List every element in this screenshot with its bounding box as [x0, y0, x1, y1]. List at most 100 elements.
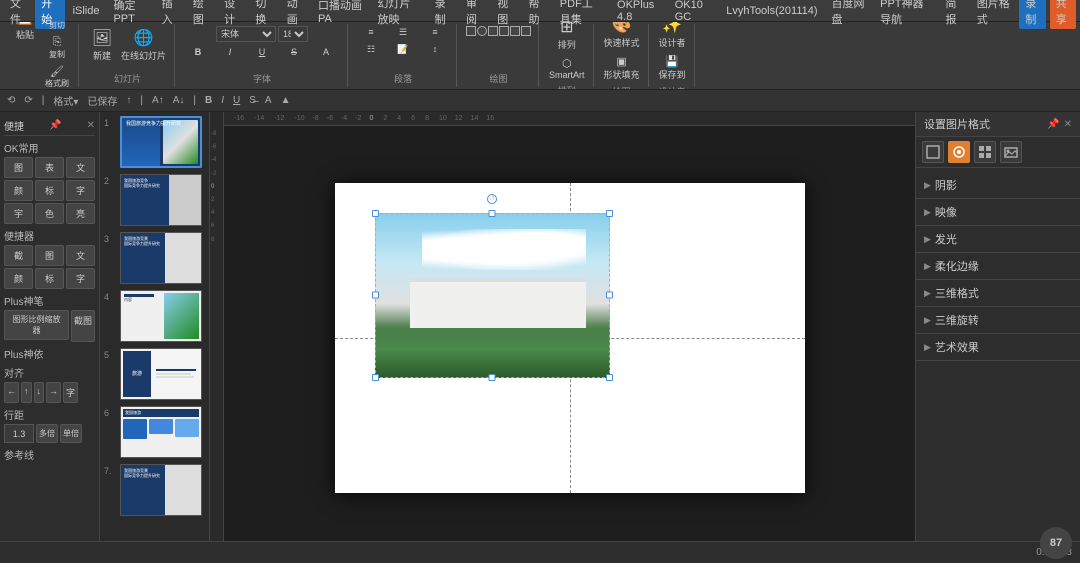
line-shape[interactable] [499, 26, 509, 36]
online-slide-button[interactable]: 🌐 在线幻灯片 [119, 26, 168, 64]
align-left-button[interactable]: ≡ [356, 26, 386, 39]
redo-button[interactable]: ⟳ [21, 94, 35, 107]
menu-islide[interactable]: iSlide [67, 3, 106, 19]
shadow-header[interactable]: ▶ 阴影 [916, 172, 1080, 198]
cut-button[interactable]: ✂ 剪切 [42, 22, 72, 33]
conv-btn-4[interactable]: 颜 [4, 268, 33, 289]
paste-button[interactable]: 📋 粘贴 [10, 22, 40, 90]
right-panel-close[interactable]: ✕ [1064, 119, 1072, 130]
share-button[interactable]: 共享 [1050, 0, 1076, 29]
tab-layout[interactable] [974, 141, 996, 163]
ok-btn-2[interactable]: 表 [35, 157, 64, 178]
slide-thumb-4[interactable]: 内容 [120, 290, 202, 342]
font-color-button[interactable]: A [311, 46, 341, 58]
arrange-button[interactable]: ⊞ 排列 [552, 22, 582, 53]
screenshot-btn[interactable]: 截图 [71, 310, 95, 342]
bold-button[interactable]: B [183, 46, 213, 58]
panel-pin-icon[interactable]: 📌 [49, 120, 61, 131]
conv-btn-2[interactable]: 图 [35, 245, 64, 266]
font-size-up[interactable]: A↑ [149, 94, 167, 107]
slide-thumb-7[interactable]: 我国旅游竞景国际竞争力提升研究 [120, 464, 202, 516]
shape6[interactable] [521, 26, 531, 36]
tab-fill[interactable] [922, 141, 944, 163]
conv-btn-5[interactable]: 标 [35, 268, 64, 289]
font-family-select[interactable]: 宋体 [216, 26, 276, 42]
edit-button[interactable]: 录制 [1019, 0, 1045, 29]
slide-thumb-5[interactable]: 旅游 [120, 348, 202, 400]
save-hd-button[interactable]: 💾 保存到 [657, 53, 688, 83]
ok-btn-6[interactable]: 字 [66, 180, 95, 201]
align-down-btn[interactable]: ↓ [34, 382, 45, 403]
strikethrough-button[interactable]: S [279, 46, 309, 58]
smartart-button[interactable]: ⬡ SmartArt [547, 55, 587, 82]
slide-thumb-1[interactable]: 我国旅游竞争力提升研究 [120, 116, 202, 168]
slide-thumb-2[interactable]: 我国旅游竞争国际竞争力提升研究 [120, 174, 202, 226]
arrow-shape[interactable] [488, 26, 498, 36]
align-right-btn[interactable]: → [46, 382, 61, 403]
tab-effect[interactable] [948, 141, 970, 163]
font-size-select[interactable]: 18 [278, 26, 308, 42]
align-left-btn[interactable]: ← [4, 382, 19, 403]
highlight-btn[interactable]: ▲ [278, 94, 294, 107]
ok-btn-4[interactable]: 颜 [4, 180, 33, 201]
3d-format-header[interactable]: ▶ 三维格式 [916, 280, 1080, 306]
save-btn2[interactable]: ↑ [123, 94, 134, 107]
conv-btn-6[interactable]: 字 [66, 268, 95, 289]
multi-line-btn[interactable]: 多倍 [36, 424, 58, 443]
align-right-button[interactable]: ≡ [420, 26, 450, 39]
menu-report[interactable]: 简报 [940, 0, 969, 29]
quick-style-button[interactable]: 🎨 快速样式 [602, 22, 642, 51]
menu-okplus[interactable]: OKPlus 4.8 [611, 0, 667, 25]
bullets-button[interactable]: ☷ [356, 43, 386, 56]
italic-button[interactable]: I [215, 46, 245, 58]
format-painter-button[interactable]: 🖌 格式刷 [42, 63, 72, 90]
slide-thumb-3[interactable]: 我国旅游竞景国际竞争力提升研究 [120, 232, 202, 284]
soften-header[interactable]: ▶ 柔化边缘 [916, 253, 1080, 279]
art-effect-header[interactable]: ▶ 艺术效果 [916, 334, 1080, 360]
ok-btn-5[interactable]: 标 [35, 180, 64, 201]
slide-canvas[interactable]: ↺ [335, 183, 805, 493]
menu-baidu[interactable]: 百度网盘 [826, 0, 873, 29]
ok-btn-3[interactable]: 文 [66, 157, 95, 178]
font-size-down[interactable]: A↓ [170, 94, 188, 107]
new-slide-button[interactable]: 🖼 新建 [87, 26, 117, 64]
tab-image[interactable] [1000, 141, 1022, 163]
menu-ok10[interactable]: OK10 GC [669, 0, 718, 25]
reflection-header[interactable]: ▶ 映像 [916, 199, 1080, 225]
rotate-handle[interactable]: ↺ [487, 194, 497, 204]
undo-button[interactable]: ⟲ [4, 94, 18, 107]
ratio-scaler-btn[interactable]: 图形比例缩放器 [4, 310, 69, 340]
bold-btn2[interactable]: B [202, 94, 215, 107]
underline-button[interactable]: U [247, 46, 277, 58]
ok-btn-1[interactable]: 图 [4, 157, 33, 178]
zoom-badge[interactable]: 87 [1040, 527, 1072, 559]
strikethrough-btn2[interactable]: S̶ [246, 94, 259, 107]
menu-ppt-nav[interactable]: PPT神器导航 [874, 0, 937, 29]
menu-confirm[interactable]: 确定PPT [107, 0, 153, 27]
menu-pa[interactable]: 口播动画PA [312, 0, 369, 27]
ok-btn-8[interactable]: 色 [35, 203, 64, 224]
line-spacing-button[interactable]: ↕ [420, 43, 450, 56]
designer-button[interactable]: ✨ 设计者 [657, 22, 688, 51]
linespace-input[interactable] [4, 424, 34, 443]
rect-shape[interactable] [466, 26, 476, 36]
image-element[interactable]: ↺ [375, 213, 610, 378]
align-char-btn[interactable]: 字 [63, 382, 78, 403]
menu-tools[interactable]: LvyhTools(201114) [720, 3, 823, 19]
align-up-btn[interactable]: ↑ [21, 382, 32, 403]
conv-btn-3[interactable]: 文 [66, 245, 95, 266]
shape5[interactable] [510, 26, 520, 36]
underline-btn2[interactable]: U [230, 94, 243, 107]
font-color-btn2[interactable]: A [262, 94, 275, 107]
right-panel-pin[interactable]: 📌 [1047, 119, 1059, 130]
ok-btn-7[interactable]: 宇 [4, 203, 33, 224]
italic-btn2[interactable]: I [218, 94, 227, 107]
fill-color-button[interactable]: ▣ 形状填充 [602, 53, 642, 83]
numbering-button[interactable]: 📝 [388, 43, 418, 56]
align-center-button[interactable]: ☰ [388, 26, 418, 39]
ok-btn-9[interactable]: 亮 [66, 203, 95, 224]
glow-header[interactable]: ▶ 发光 [916, 226, 1080, 252]
circle-shape[interactable] [477, 26, 487, 36]
panel-close-icon[interactable]: ✕ [87, 120, 95, 131]
conv-btn-1[interactable]: 截 [4, 245, 33, 266]
